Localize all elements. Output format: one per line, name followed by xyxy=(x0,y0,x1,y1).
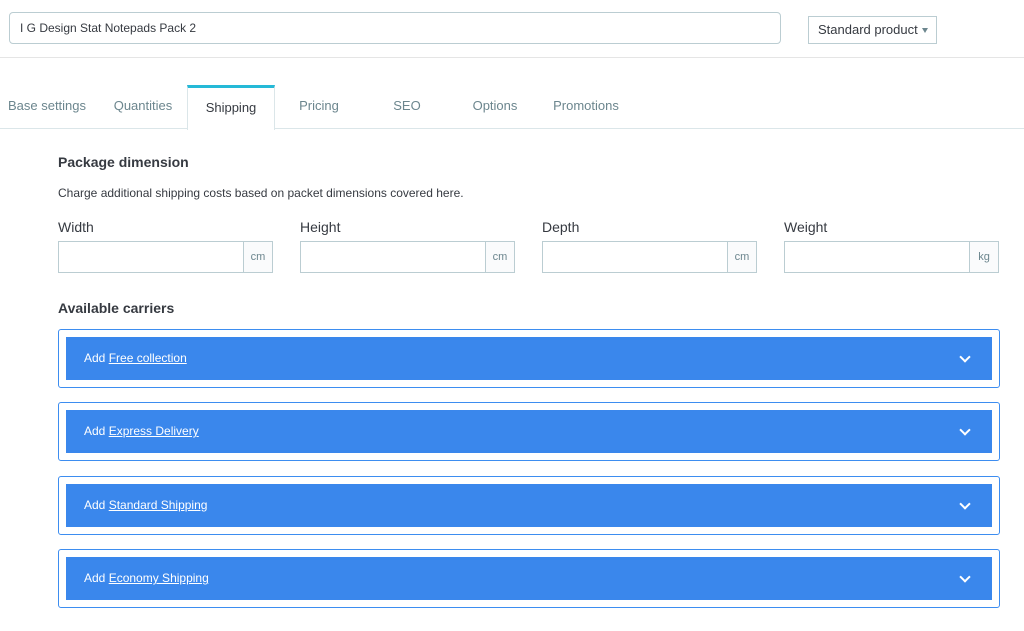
tab-shipping[interactable]: Shipping xyxy=(187,85,275,130)
product-tabs: Base settings Quantities Shipping Pricin… xyxy=(0,85,1024,130)
chevron-down-icon[interactable] xyxy=(959,351,971,363)
carrier-toggle-free-collection[interactable]: Add Free collection xyxy=(66,337,992,380)
tab-seo[interactable]: SEO xyxy=(363,85,451,129)
tab-base-settings[interactable]: Base settings xyxy=(0,85,94,129)
height-field: cm xyxy=(300,241,515,273)
height-label: Height xyxy=(300,219,341,235)
width-field: cm xyxy=(58,241,273,273)
chevron-down-icon[interactable] xyxy=(959,424,971,436)
carrier-link-standard-shipping[interactable]: Standard Shipping xyxy=(109,498,208,512)
carrier-panel-free-collection: Add Free collection xyxy=(58,329,1000,388)
carrier-link-economy-shipping[interactable]: Economy Shipping xyxy=(109,571,209,585)
depth-field: cm xyxy=(542,241,757,273)
chevron-down-icon[interactable] xyxy=(959,571,971,583)
available-carriers-title: Available carriers xyxy=(58,300,175,316)
carrier-add-prefix: Add xyxy=(84,424,106,438)
carrier-toggle-express-delivery[interactable]: Add Express Delivery xyxy=(66,410,992,453)
carrier-link-free-collection[interactable]: Free collection xyxy=(109,351,187,365)
tab-options[interactable]: Options xyxy=(451,85,539,129)
chevron-down-icon[interactable] xyxy=(959,498,971,510)
package-dimension-help: Charge additional shipping costs based o… xyxy=(58,186,464,200)
carrier-panel-express-delivery: Add Express Delivery xyxy=(58,402,1000,461)
height-input[interactable] xyxy=(301,242,485,272)
package-dimension-title: Package dimension xyxy=(58,154,189,170)
height-unit: cm xyxy=(485,242,514,272)
weight-label: Weight xyxy=(784,219,828,235)
carrier-add-prefix: Add xyxy=(84,571,106,585)
product-name-input[interactable] xyxy=(9,12,781,44)
carrier-panel-standard-shipping: Add Standard Shipping xyxy=(58,476,1000,535)
depth-unit: cm xyxy=(727,242,756,272)
depth-label: Depth xyxy=(542,219,580,235)
carrier-add-prefix: Add xyxy=(84,498,106,512)
weight-field: kg xyxy=(784,241,999,273)
depth-input[interactable] xyxy=(543,242,727,272)
width-unit: cm xyxy=(243,242,272,272)
carrier-toggle-economy-shipping[interactable]: Add Economy Shipping xyxy=(66,557,992,600)
caret-down-icon xyxy=(922,28,928,33)
product-type-value: Standard product xyxy=(818,22,918,37)
tab-promotions[interactable]: Promotions xyxy=(539,85,633,129)
product-header: Standard product xyxy=(0,0,1024,58)
tab-pricing[interactable]: Pricing xyxy=(275,85,363,129)
tab-quantities[interactable]: Quantities xyxy=(99,85,187,129)
carrier-toggle-standard-shipping[interactable]: Add Standard Shipping xyxy=(66,484,992,527)
weight-input[interactable] xyxy=(785,242,969,272)
width-input[interactable] xyxy=(59,242,243,272)
product-type-select[interactable]: Standard product xyxy=(808,16,937,44)
carrier-panel-economy-shipping: Add Economy Shipping xyxy=(58,549,1000,608)
carrier-add-prefix: Add xyxy=(84,351,106,365)
carrier-link-express-delivery[interactable]: Express Delivery xyxy=(109,424,199,438)
weight-unit: kg xyxy=(969,242,998,272)
width-label: Width xyxy=(58,219,94,235)
